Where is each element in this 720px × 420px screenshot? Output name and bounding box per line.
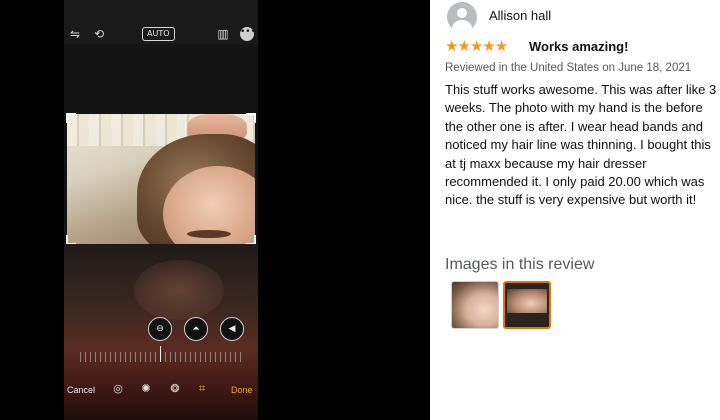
avatar-head xyxy=(457,8,467,18)
thumbnail-photo xyxy=(507,289,547,313)
photo-eyebrow xyxy=(187,230,231,238)
more-icon[interactable]: ••• xyxy=(240,27,256,41)
horizontal-perspective-button[interactable]: ◀ xyxy=(220,317,244,341)
crop-photo[interactable] xyxy=(67,114,255,244)
crop-icon[interactable]: ⌗ xyxy=(195,382,209,396)
live-icon[interactable]: ◎ xyxy=(111,382,125,396)
reviewer-name[interactable]: Allison hall xyxy=(489,8,551,24)
rotate-icon[interactable]: ⟲ xyxy=(92,27,106,41)
images-heading: Images in this review xyxy=(445,256,595,273)
adjust-icon[interactable]: ✺ xyxy=(139,382,153,396)
auto-badge[interactable]: AUTO xyxy=(142,27,175,41)
straighten-ruler[interactable] xyxy=(80,352,242,362)
avatar-body xyxy=(452,20,472,32)
done-button[interactable]: Done xyxy=(231,384,253,396)
crop-handle-top-right[interactable] xyxy=(246,113,256,123)
review-image-thumbnail-selected[interactable] xyxy=(503,281,551,329)
star-rating[interactable]: ★★★★★ xyxy=(445,38,508,54)
filters-icon[interactable]: ❂ xyxy=(168,382,182,396)
straighten-icon: ⊖ xyxy=(156,324,164,334)
review-image-thumbnail[interactable] xyxy=(451,281,499,329)
review-meta: Reviewed in the United States on June 18… xyxy=(445,62,692,74)
more-glyph: ••• xyxy=(240,27,256,37)
blurred-background-detail xyxy=(134,260,224,320)
cancel-button[interactable]: Cancel xyxy=(67,384,95,396)
horizontal-perspective-icon: ◀ xyxy=(228,324,236,334)
vertical-perspective-button[interactable]: ⏶ xyxy=(184,317,208,341)
straighten-button[interactable]: ⊖ xyxy=(148,317,172,341)
ruler-indicator xyxy=(160,346,161,362)
editor-toolbar: ⇋ ⟲ AUTO ▥ ••• xyxy=(64,0,258,44)
auto-label: AUTO xyxy=(147,29,170,38)
flip-icon[interactable]: ⇋ xyxy=(68,27,82,41)
avatar[interactable] xyxy=(447,2,477,32)
aspect-ratio-icon[interactable]: ▥ xyxy=(216,27,230,41)
photo-editor: ⇋ ⟲ AUTO ▥ ••• ⊖ ⏶ ◀ Cancel ◎ ✺ ❂ ⌗ Done xyxy=(64,0,258,420)
review-body: This stuff works awesome. This was after… xyxy=(445,82,717,208)
crop-handle-top-left[interactable] xyxy=(66,113,76,123)
review-title[interactable]: Works amazing! xyxy=(529,39,628,55)
vertical-perspective-icon: ⏶ xyxy=(192,324,200,334)
